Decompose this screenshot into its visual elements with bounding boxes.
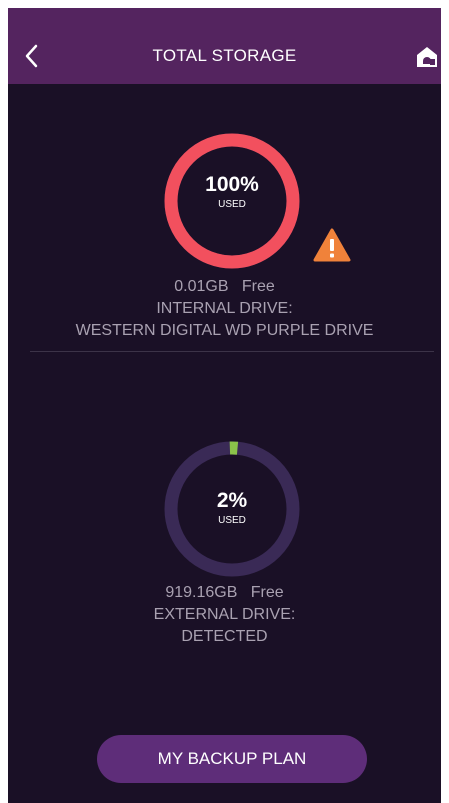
internal-storage-ring: 100% USED bbox=[164, 133, 300, 269]
internal-free-amount: 0.01GB bbox=[174, 278, 229, 295]
warning-triangle-icon bbox=[313, 228, 351, 262]
external-percent: 2% bbox=[216, 489, 248, 512]
external-free-text: 919.16GB Free bbox=[8, 582, 441, 604]
my-backup-plan-button[interactable]: MY BACKUP PLAN bbox=[97, 735, 367, 783]
external-free-label: Free bbox=[250, 584, 284, 601]
header-bar: TOTAL STORAGE bbox=[8, 8, 441, 84]
external-storage-ring: 2% USED bbox=[164, 441, 300, 577]
external-free-amount: 919.16GB bbox=[165, 584, 238, 601]
internal-drive-name: WESTERN DIGITAL WD PURPLE DRIVE bbox=[75, 322, 374, 339]
home-icon[interactable] bbox=[416, 46, 438, 68]
internal-drive-info: 0.01GB Free INTERNAL DRIVE: WESTERN DIGI… bbox=[8, 276, 441, 342]
external-drive-status: DETECTED bbox=[181, 628, 268, 645]
internal-free-label: Free bbox=[241, 278, 275, 295]
internal-percent: 100% bbox=[205, 173, 259, 196]
external-drive-info: 919.16GB Free EXTERNAL DRIVE: DETECTED bbox=[8, 582, 441, 648]
internal-free-text: 0.01GB Free bbox=[8, 276, 441, 298]
external-drive-label: EXTERNAL DRIVE: bbox=[153, 606, 296, 623]
section-divider bbox=[30, 351, 434, 352]
page-title: TOTAL STORAGE bbox=[152, 46, 297, 65]
internal-drive-label: INTERNAL DRIVE: bbox=[156, 300, 293, 317]
storage-screen: TOTAL STORAGE 100% USED 0.01GB Free INTE… bbox=[8, 8, 441, 803]
internal-used-label: USED bbox=[218, 199, 246, 210]
external-used-label: USED bbox=[218, 515, 246, 526]
